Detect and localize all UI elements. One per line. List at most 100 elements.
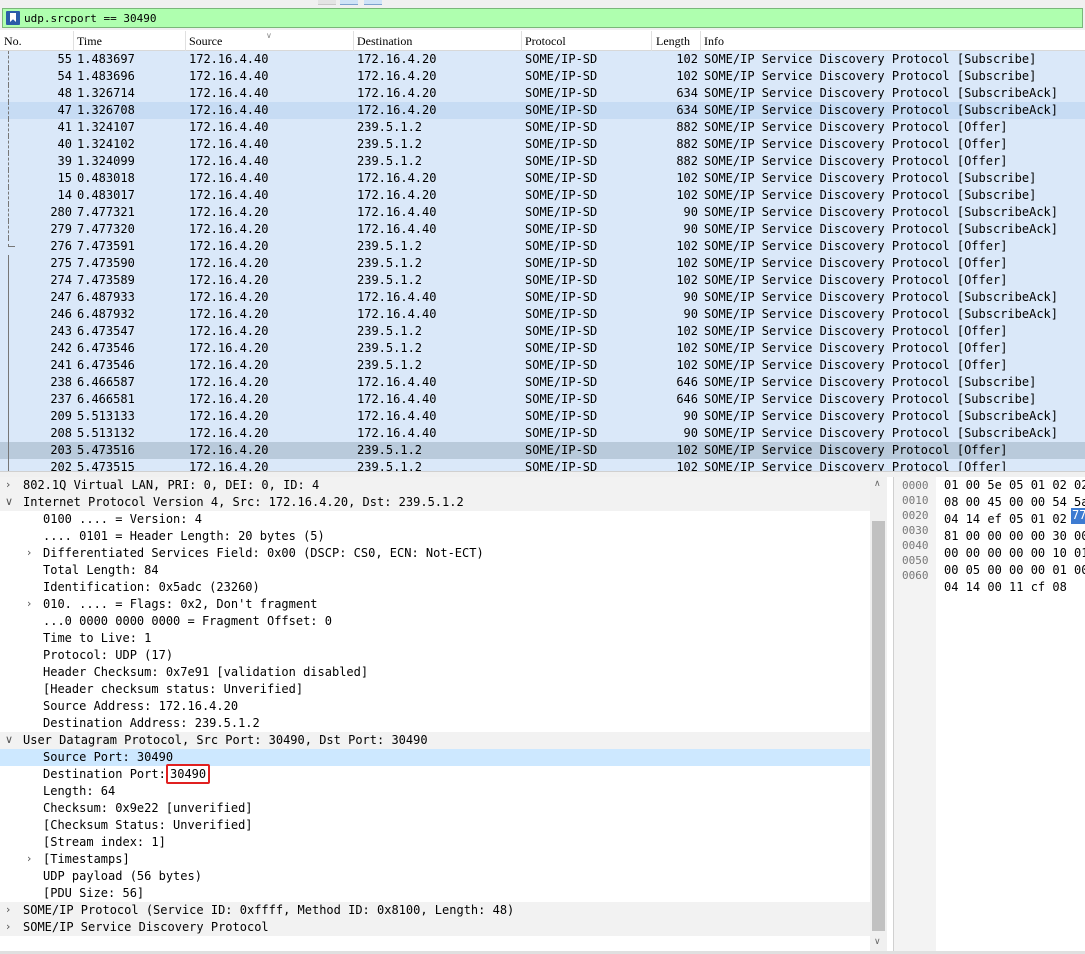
packet-row[interactable]: 15 0.483018 172.16.4.40 172.16.4.20 SOME/IP-…: [0, 170, 1085, 187]
display-filter-input[interactable]: udp.srcport == 30490: [2, 8, 1083, 28]
packet-row[interactable]: 41 1.324107 172.16.4.40 239.5.1.2 SOME/IP-SD…: [0, 119, 1085, 136]
tree-field-destination-port[interactable]: Destination Port: 30490: [0, 764, 870, 784]
packet-row[interactable]: 237 6.466581 172.16.4.20 172.16.4.40 SOME/IP…: [0, 391, 1085, 408]
tree-item-flags[interactable]: › 010. .... = Flags: 0x2, Don't fragment: [0, 596, 870, 613]
toolbar-button[interactable]: [318, 0, 336, 5]
packet-details-pane[interactable]: › 802.1Q Virtual LAN, PRI: 0, DEI: 0, ID…: [0, 477, 887, 951]
tree-field-stream-index[interactable]: [Stream index: 1]: [0, 834, 870, 851]
packet-row[interactable]: 280 7.477321 172.16.4.20 172.16.4.40 SOME/IP…: [0, 204, 1085, 221]
chevron-right-icon[interactable]: ›: [6, 920, 10, 933]
tree-field-protocol[interactable]: Protocol: UDP (17): [0, 647, 870, 664]
tree-field-source-address[interactable]: Source Address: 172.16.4.20: [0, 698, 870, 715]
packet-row[interactable]: 241 6.473546 172.16.4.20 239.5.1.2 SOME/IP-S…: [0, 357, 1085, 374]
packet-source: 172.16.4.40: [189, 103, 269, 117]
hex-line[interactable]: 81 00 00 00 00 30 00: [944, 529, 1085, 543]
column-header-protocol[interactable]: Protocol: [525, 34, 566, 50]
packet-row[interactable]: 47 1.326708 172.16.4.40 172.16.4.20 SOME/IP-…: [0, 102, 1085, 119]
packet-bytes-pane[interactable]: 0000 0010 0020 0030 0040 0050 0060 01 00 5e 05…: [893, 477, 1085, 951]
tree-field-fragment-offset[interactable]: ...0 0000 0000 0000 = Fragment Offset: 0: [0, 613, 870, 630]
chevron-right-icon[interactable]: ›: [6, 903, 10, 916]
packet-length: 882: [676, 137, 698, 151]
tree-field-udp-checksum-status[interactable]: [Checksum Status: Unverified]: [0, 817, 870, 834]
packet-row[interactable]: 243 6.473547 172.16.4.20 239.5.1.2 SOME/IP-S…: [0, 323, 1085, 340]
hex-line[interactable]: 08 00 45 00 00 54 5a: [944, 495, 1085, 509]
column-header-length[interactable]: Length: [656, 34, 690, 50]
tree-field-pdu-size[interactable]: [PDU Size: 56]: [0, 885, 870, 902]
tree-item-vlan[interactable]: › 802.1Q Virtual LAN, PRI: 0, DEI: 0, ID…: [0, 477, 870, 494]
tree-field-destination-address[interactable]: Destination Address: 239.5.1.2: [0, 715, 870, 732]
packet-row[interactable]: 246 6.487932 172.16.4.20 172.16.4.40 SOME/IP…: [0, 306, 1085, 323]
packet-length: 882: [676, 120, 698, 134]
packet-destination: 172.16.4.20: [357, 86, 437, 100]
packet-row[interactable]: 40 1.324102 172.16.4.40 239.5.1.2 SOME/IP-SD…: [0, 136, 1085, 153]
tree-field-udp-length[interactable]: Length: 64: [0, 783, 870, 800]
chevron-right-icon[interactable]: ›: [27, 546, 31, 559]
column-header-time[interactable]: Time: [77, 34, 102, 50]
packet-row[interactable]: 209 5.513133 172.16.4.20 172.16.4.40 SOME/IP…: [0, 408, 1085, 425]
chevron-down-icon[interactable]: ∨: [5, 495, 13, 508]
packet-time: 6.466581: [77, 392, 135, 406]
hex-line[interactable]: 00 05 00 00 00 01 00: [944, 563, 1085, 577]
tree-item-udp[interactable]: ∨ User Datagram Protocol, Src Port: 3049…: [0, 732, 870, 749]
hex-line[interactable]: 00 00 00 00 00 10 01: [944, 546, 1085, 560]
tree-field-header-length[interactable]: .... 0101 = Header Length: 20 bytes (5): [0, 528, 870, 545]
hex-selected-byte[interactable]: 77: [1071, 508, 1085, 524]
column-header-destination[interactable]: Destination: [357, 34, 412, 50]
packet-protocol: SOME/IP-SD: [525, 239, 598, 253]
column-header-info[interactable]: Info: [704, 34, 724, 50]
packet-row[interactable]: 274 7.473589 172.16.4.20 239.5.1.2 SOME/IP-S…: [0, 272, 1085, 289]
packet-source: 172.16.4.20: [189, 460, 269, 471]
details-scrollbar[interactable]: ∧ ∨: [870, 477, 887, 951]
hex-line[interactable]: 01 00 5e 05 01 02 02: [944, 478, 1085, 492]
tree-item-someip[interactable]: › SOME/IP Protocol (Service ID: 0xffff, …: [0, 902, 870, 919]
display-filter-text: udp.srcport == 30490: [24, 12, 157, 25]
packet-info: SOME/IP Service Discovery Protocol [Offe…: [704, 273, 1008, 287]
tree-item-timestamps[interactable]: › [Timestamps]: [0, 851, 870, 868]
tree-field-ttl[interactable]: Time to Live: 1: [0, 630, 870, 647]
toolbar-button-active[interactable]: [364, 0, 382, 5]
toolbar-button-active[interactable]: [340, 0, 358, 5]
bookmark-icon[interactable]: [6, 11, 20, 25]
packet-time: 7.473591: [77, 239, 135, 253]
packet-row[interactable]: 48 1.326714 172.16.4.40 172.16.4.20 SOME/IP-…: [0, 85, 1085, 102]
tree-field-version[interactable]: 0100 .... = Version: 4: [0, 511, 870, 528]
packet-row[interactable]: 242 6.473546 172.16.4.20 239.5.1.2 SOME/IP-S…: [0, 340, 1085, 357]
tree-field-udp-payload[interactable]: UDP payload (56 bytes): [0, 868, 870, 885]
packet-row[interactable]: 276 7.473591 172.16.4.20 239.5.1.2 SOME/IP-S…: [0, 238, 1085, 255]
column-header-source[interactable]: Source: [189, 34, 222, 50]
sort-ascending-icon: ∨: [266, 31, 272, 40]
tree-field-udp-checksum[interactable]: Checksum: 0x9e22 [unverified]: [0, 800, 870, 817]
packet-row[interactable]: 54 1.483696 172.16.4.40 172.16.4.20 SOME/IP-…: [0, 68, 1085, 85]
tree-field-total-length[interactable]: Total Length: 84: [0, 562, 870, 579]
packet-no: 275: [50, 256, 72, 270]
tree-field-source-port[interactable]: Source Port: 30490: [0, 749, 870, 766]
tree-item-someip-sd[interactable]: › SOME/IP Service Discovery Protocol: [0, 919, 870, 936]
hex-line[interactable]: 04 14 00 11 cf 08: [944, 580, 1067, 594]
packet-row[interactable]: 39 1.324099 172.16.4.40 239.5.1.2 SOME/IP-SD…: [0, 153, 1085, 170]
chevron-down-icon[interactable]: ∨: [5, 733, 13, 746]
hex-line[interactable]: 04 14 ef 05 01 02: [944, 512, 1067, 526]
packet-row[interactable]: 55 1.483697 172.16.4.40 172.16.4.20 SOME/IP-…: [0, 51, 1085, 68]
scroll-up-icon[interactable]: ∧: [874, 479, 881, 489]
details-scrollbar-thumb[interactable]: [872, 521, 885, 931]
packet-row[interactable]: 202 5.473515 172.16.4.20 239.5.1.2 SOME/IP-S…: [0, 459, 1085, 471]
tree-item-dsfield[interactable]: › Differentiated Services Field: 0x00 (D…: [0, 545, 870, 562]
scroll-down-icon[interactable]: ∨: [874, 937, 881, 947]
packet-list[interactable]: No. Time Source ∨ Destination Protocol L…: [0, 31, 1085, 471]
packet-row[interactable]: 14 0.483017 172.16.4.40 172.16.4.20 SOME/IP-…: [0, 187, 1085, 204]
chevron-right-icon[interactable]: ›: [27, 852, 31, 865]
column-header-no[interactable]: No.: [4, 34, 22, 50]
packet-row[interactable]: 275 7.473590 172.16.4.20 239.5.1.2 SOME/IP-S…: [0, 255, 1085, 272]
tree-item-ipv4[interactable]: ∨ Internet Protocol Version 4, Src: 172.…: [0, 494, 870, 511]
packet-row[interactable]: 208 5.513132 172.16.4.20 172.16.4.40 SOME/IP…: [0, 425, 1085, 442]
conversation-line: [8, 442, 9, 459]
tree-field-checksum-status[interactable]: [Header checksum status: Unverified]: [0, 681, 870, 698]
packet-row[interactable]: 247 6.487933 172.16.4.20 172.16.4.40 SOME/IP…: [0, 289, 1085, 306]
packet-row[interactable]: 238 6.466587 172.16.4.20 172.16.4.40 SOME/IP…: [0, 374, 1085, 391]
chevron-right-icon[interactable]: ›: [6, 478, 10, 491]
packet-row[interactable]: 279 7.477320 172.16.4.20 172.16.4.40 SOME/IP…: [0, 221, 1085, 238]
tree-field-header-checksum[interactable]: Header Checksum: 0x7e91 [validation disa…: [0, 664, 870, 681]
chevron-right-icon[interactable]: ›: [27, 597, 31, 610]
tree-field-identification[interactable]: Identification: 0x5adc (23260): [0, 579, 870, 596]
packet-row[interactable]: 203 5.473516 172.16.4.20 239.5.1.2 SOME/IP-S…: [0, 442, 1085, 459]
